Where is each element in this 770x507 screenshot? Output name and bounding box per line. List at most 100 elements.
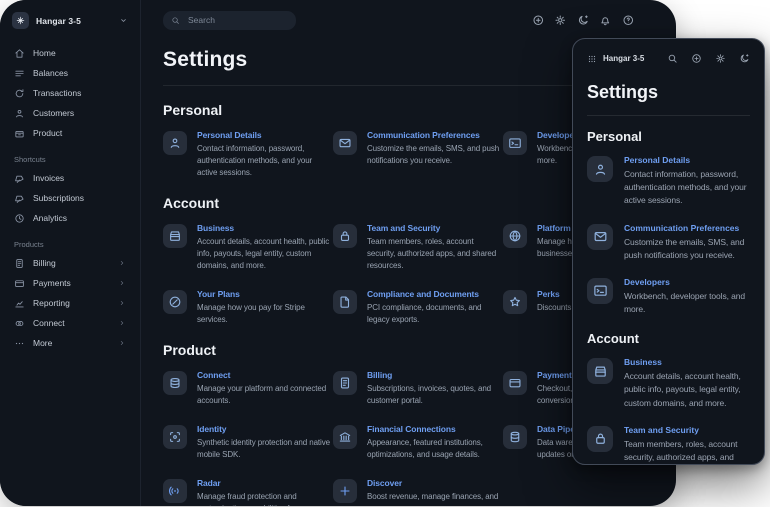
topbar-icons bbox=[532, 14, 677, 27]
card-desc: PCI compliance, documents, and legacy ex… bbox=[367, 303, 482, 324]
card-title[interactable]: Financial Connections bbox=[367, 424, 501, 434]
gear-icon[interactable] bbox=[554, 14, 567, 27]
sidebar-item-balances[interactable]: Balances bbox=[0, 63, 140, 83]
sidebar-section-products: Products bbox=[14, 240, 44, 249]
card-personal-details[interactable]: Personal Details Contact information, pa… bbox=[163, 130, 333, 179]
search-icon[interactable] bbox=[667, 53, 678, 64]
card-connect[interactable]: Connect Manage your platform and connect… bbox=[163, 370, 333, 407]
card-title[interactable]: Identity bbox=[197, 424, 331, 434]
search-bar[interactable] bbox=[163, 10, 296, 30]
workspace-switcher[interactable]: Hangar 3-5 bbox=[0, 0, 140, 39]
sidebar-item-label: More bbox=[33, 338, 53, 348]
card-icon bbox=[14, 278, 25, 289]
sidebar-item-analytics[interactable]: Analytics bbox=[0, 208, 140, 228]
card-desc: Account details, account health, public … bbox=[624, 371, 741, 408]
mobile-header-icons bbox=[667, 53, 750, 64]
card-desc: Synthetic identity protection and native… bbox=[197, 438, 330, 459]
card-title[interactable]: Your Plans bbox=[197, 289, 331, 299]
sidebar-item-billing[interactable]: Billing bbox=[0, 253, 140, 273]
card-title[interactable]: Personal Details bbox=[197, 130, 331, 140]
card-title[interactable]: Business bbox=[197, 223, 331, 233]
card-desc: Team members, roles, account security, a… bbox=[367, 237, 497, 270]
card-discover[interactable]: Discover Boost revenue, manage finances,… bbox=[333, 478, 503, 506]
card-title[interactable]: Radar bbox=[197, 478, 331, 488]
moon-icon[interactable] bbox=[577, 14, 590, 27]
terminal-icon bbox=[503, 131, 527, 155]
card-team-and-security[interactable]: Team and Security Team members, roles, a… bbox=[587, 425, 750, 464]
stack-icon bbox=[163, 371, 187, 395]
mobile-settings-panel: Hangar 3-5 Settings Personal Personal De… bbox=[572, 38, 765, 465]
card-title[interactable]: Personal Details bbox=[624, 155, 750, 165]
card-title[interactable]: Team and Security bbox=[624, 425, 750, 435]
sidebar-item-label: Invoices bbox=[33, 173, 65, 183]
grid-menu-icon[interactable] bbox=[587, 54, 597, 64]
mobile-header: Hangar 3-5 bbox=[587, 53, 750, 64]
card-desc: Account details, account health, public … bbox=[197, 237, 330, 270]
help-chat-icon[interactable] bbox=[622, 14, 635, 27]
sidebar-item-connect[interactable]: Connect bbox=[0, 313, 140, 333]
card-business[interactable]: Business Account details, account health… bbox=[587, 357, 750, 410]
sidebar-item-subscriptions[interactable]: Subscriptions bbox=[0, 188, 140, 208]
card-title[interactable]: Billing bbox=[367, 370, 501, 380]
card-compliance-and-documents[interactable]: Compliance and Documents PCI compliance,… bbox=[333, 289, 503, 326]
transactions-icon bbox=[14, 88, 25, 99]
invoice-icon bbox=[333, 371, 357, 395]
sidebar-item-reporting[interactable]: Reporting bbox=[0, 293, 140, 313]
card-title[interactable]: Communication Preferences bbox=[624, 223, 750, 233]
plans-icon bbox=[163, 290, 187, 314]
sidebar-item-product[interactable]: Product bbox=[0, 123, 140, 143]
card-financial-connections[interactable]: Financial Connections Appearance, featur… bbox=[333, 424, 503, 461]
workspace-name: Hangar 3-5 bbox=[36, 15, 81, 26]
section-heading-personal: Personal bbox=[587, 129, 642, 144]
card-title[interactable]: Discover bbox=[367, 478, 501, 488]
chevron-down-icon bbox=[119, 16, 128, 25]
card-communication-preferences[interactable]: Communication Preferences Customize the … bbox=[333, 130, 503, 179]
moon-icon[interactable] bbox=[739, 53, 750, 64]
home-icon bbox=[14, 48, 25, 59]
card-billing[interactable]: Billing Subscriptions, invoices, quotes,… bbox=[333, 370, 503, 407]
chevron-right-icon bbox=[118, 279, 126, 287]
card-title[interactable]: Compliance and Documents bbox=[367, 289, 501, 299]
gear-icon[interactable] bbox=[715, 53, 726, 64]
sidebar-item-more[interactable]: More bbox=[0, 333, 140, 353]
card-your-plans[interactable]: Your Plans Manage how you pay for Stripe… bbox=[163, 289, 333, 326]
card-identity[interactable]: Identity Synthetic identity protection a… bbox=[163, 424, 333, 461]
card-team-and-security[interactable]: Team and Security Team members, roles, a… bbox=[333, 223, 503, 272]
card-title[interactable]: Communication Preferences bbox=[367, 130, 501, 140]
card-business[interactable]: Business Account details, account health… bbox=[163, 223, 333, 272]
mail-icon bbox=[587, 223, 613, 250]
ellipsis-icon bbox=[14, 338, 25, 349]
card-developers[interactable]: Developers Workbench, developer tools, a… bbox=[587, 277, 750, 316]
chart-icon bbox=[14, 298, 25, 309]
card-title[interactable]: Business bbox=[624, 357, 750, 367]
card-title[interactable]: Team and Security bbox=[367, 223, 501, 233]
card-desc: Customize the emails, SMS, and push noti… bbox=[367, 144, 500, 165]
plus-circle-icon[interactable] bbox=[691, 53, 702, 64]
globe-icon bbox=[503, 224, 527, 248]
card-radar[interactable]: Radar Manage fraud protection and custom… bbox=[163, 478, 333, 506]
card-desc: Contact information, password, authentic… bbox=[624, 169, 747, 206]
database-icon bbox=[503, 425, 527, 449]
search-icon bbox=[171, 16, 180, 25]
sidebar-item-label: Customers bbox=[33, 108, 75, 118]
search-input[interactable] bbox=[186, 14, 288, 26]
sidebar-item-customers[interactable]: Customers bbox=[0, 103, 140, 123]
sidebar: Hangar 3-5 Home Balances Transactions Cu… bbox=[0, 0, 141, 506]
bell-icon[interactable] bbox=[599, 14, 612, 27]
plus-circle-icon[interactable] bbox=[532, 14, 545, 27]
sidebar-item-label: Product bbox=[33, 128, 63, 138]
workspace-name[interactable]: Hangar 3-5 bbox=[603, 54, 644, 63]
card-title[interactable]: Developers bbox=[624, 277, 750, 287]
sidebar-item-home[interactable]: Home bbox=[0, 43, 140, 63]
card-desc: Workbench, developer tools, and more. bbox=[624, 290, 746, 315]
card-title[interactable]: Connect bbox=[197, 370, 331, 380]
clock-icon bbox=[14, 213, 25, 224]
pin-icon bbox=[14, 173, 25, 184]
sidebar-item-transactions[interactable]: Transactions bbox=[0, 83, 140, 103]
sidebar-item-payments[interactable]: Payments bbox=[0, 273, 140, 293]
sidebar-item-invoices[interactable]: Invoices bbox=[0, 168, 140, 188]
sidebar-nav: Home Balances Transactions Customers Pro… bbox=[0, 39, 140, 357]
card-personal-details[interactable]: Personal Details Contact information, pa… bbox=[587, 155, 750, 208]
card-communication-preferences[interactable]: Communication Preferences Customize the … bbox=[587, 223, 750, 262]
card-icon bbox=[503, 371, 527, 395]
